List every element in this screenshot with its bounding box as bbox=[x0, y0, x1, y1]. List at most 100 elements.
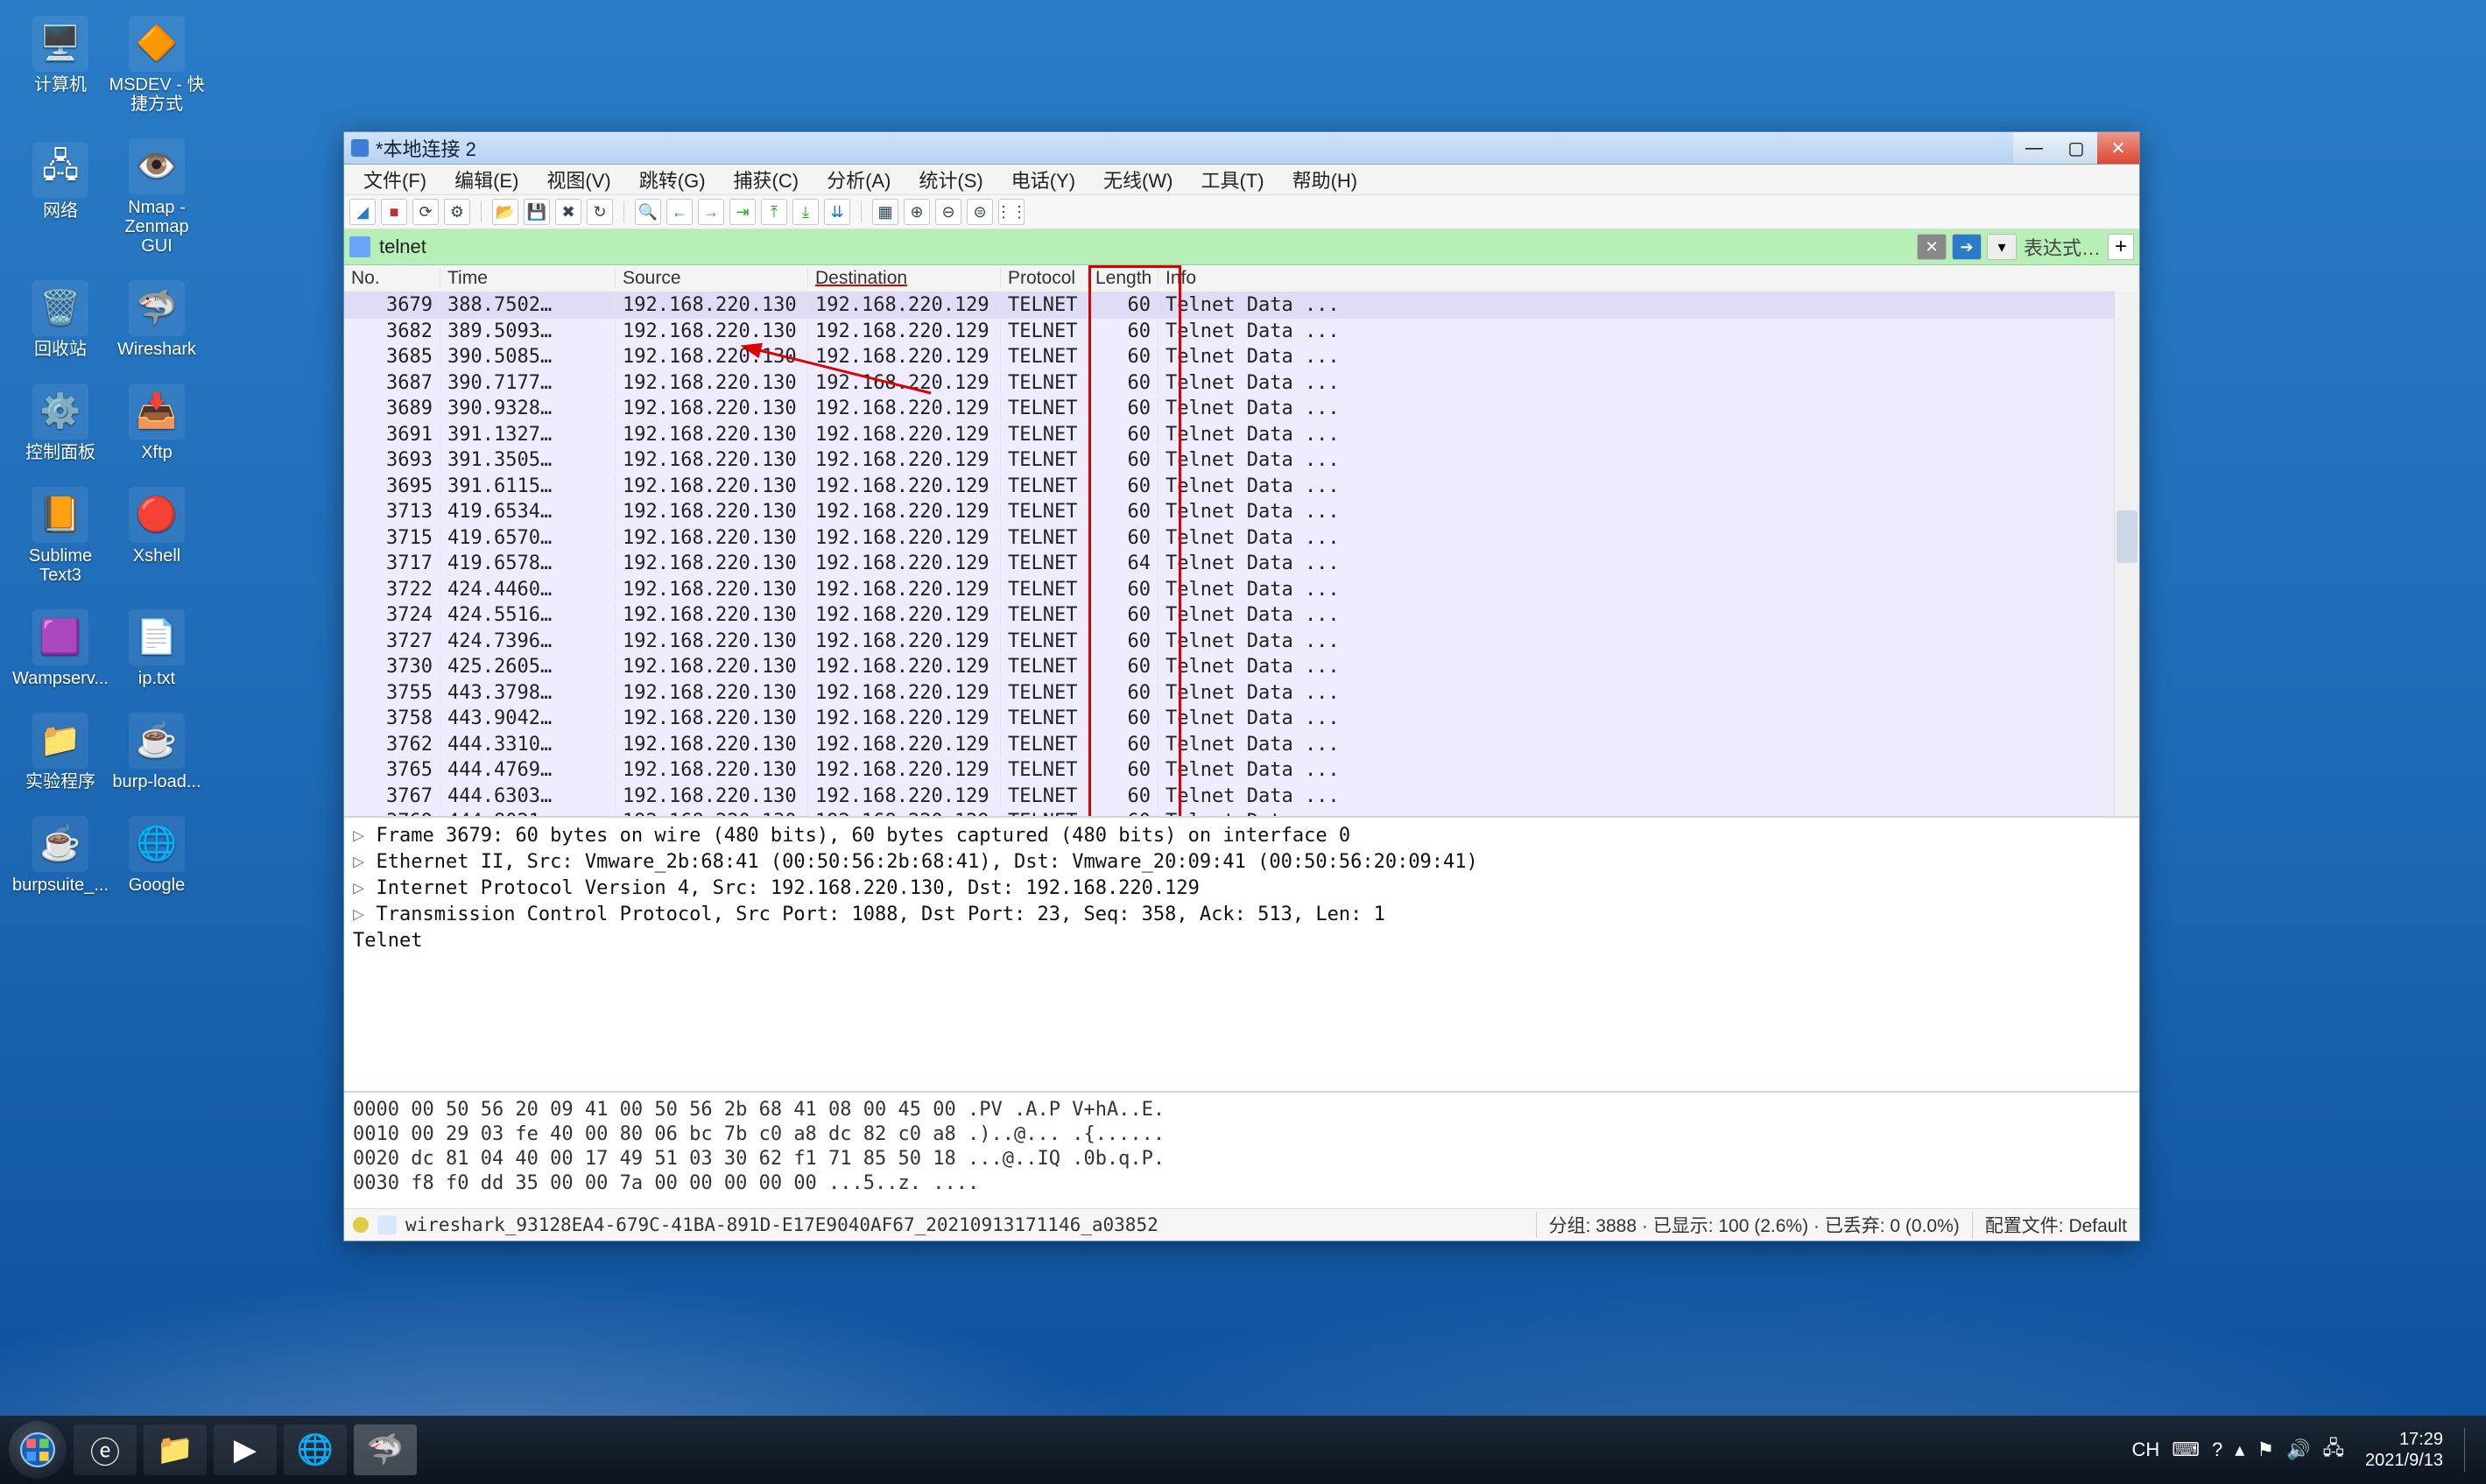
menu-item[interactable]: 编辑(E) bbox=[440, 162, 532, 197]
packet-row[interactable]: 3691 391.1327… 192.168.220.130 192.168.2… bbox=[344, 422, 2139, 448]
menu-item[interactable]: 电话(Y) bbox=[997, 162, 1089, 197]
go-first-icon[interactable]: ⤒ bbox=[761, 199, 787, 225]
desktop-icon[interactable]: 📁实验程序 bbox=[12, 713, 109, 791]
minimize-button[interactable]: — bbox=[2013, 132, 2055, 164]
display-filter-input[interactable] bbox=[377, 235, 1912, 259]
packet-bytes-pane[interactable]: 0000 00 50 56 20 09 41 00 50 56 2b 68 41… bbox=[344, 1093, 2139, 1208]
detail-line[interactable]: Internet Protocol Version 4, Src: 192.16… bbox=[353, 876, 2130, 902]
menu-item[interactable]: 统计(S) bbox=[905, 162, 997, 197]
packet-row[interactable]: 3717 419.6578… 192.168.220.130 192.168.2… bbox=[344, 551, 2139, 577]
menu-item[interactable]: 帮助(H) bbox=[1278, 162, 1372, 197]
hex-line[interactable]: 0010 00 29 03 fe 40 00 80 06 bc 7b c0 a8… bbox=[353, 1122, 2130, 1147]
desktop-icon[interactable]: 🔴Xshell bbox=[109, 487, 205, 566]
packet-row[interactable]: 3765 444.4769… 192.168.220.130 192.168.2… bbox=[344, 757, 2139, 784]
clear-filter-button[interactable]: ✕ bbox=[1917, 234, 1947, 260]
start-capture-icon[interactable]: ◢ bbox=[349, 199, 376, 225]
resize-columns-icon[interactable]: ⋮⋮ bbox=[998, 199, 1025, 225]
desktop-icon[interactable]: 🖧网络 bbox=[12, 142, 109, 221]
auto-scroll-icon[interactable]: ⇊ bbox=[824, 199, 850, 225]
action-center-icon[interactable]: ⚑ bbox=[2257, 1438, 2274, 1461]
detail-line[interactable]: Ethernet II, Src: Vmware_2b:68:41 (00:50… bbox=[353, 849, 2130, 876]
packet-list-header[interactable]: No. Time Source Destination Protocol Len… bbox=[344, 265, 2139, 292]
desktop-icon[interactable]: 📄ip.txt bbox=[109, 609, 205, 688]
expression-button[interactable]: 表达式… bbox=[2024, 233, 2101, 261]
keyboard-icon[interactable]: ⌨ bbox=[2172, 1438, 2200, 1461]
bookmark-icon[interactable] bbox=[349, 236, 370, 257]
packet-row[interactable]: 3689 390.9328… 192.168.220.130 192.168.2… bbox=[344, 396, 2139, 422]
desktop-icon[interactable]: 🟪Wampserv... bbox=[12, 609, 109, 688]
desktop-icon[interactable]: ⚙️控制面板 bbox=[12, 383, 109, 462]
volume-icon[interactable]: 🔊 bbox=[2286, 1438, 2310, 1461]
zoom-out-icon[interactable]: ⊖ bbox=[935, 199, 961, 225]
taskbar-wireshark-icon[interactable]: 🦈 bbox=[354, 1424, 417, 1475]
taskbar-chrome-icon[interactable]: 🌐 bbox=[284, 1424, 347, 1475]
start-button[interactable] bbox=[9, 1421, 67, 1479]
close-button[interactable]: ✕ bbox=[2097, 132, 2139, 164]
packet-details-pane[interactable]: Frame 3679: 60 bytes on wire (480 bits),… bbox=[344, 818, 2139, 1093]
save-file-icon[interactable]: 💾 bbox=[524, 199, 550, 225]
taskbar-explorer-icon[interactable]: 📁 bbox=[144, 1424, 207, 1475]
packet-row[interactable]: 3755 443.3798… 192.168.220.130 192.168.2… bbox=[344, 680, 2139, 707]
zoom-in-icon[interactable]: ⊕ bbox=[904, 199, 930, 225]
capture-options-icon[interactable]: ⚙ bbox=[444, 199, 470, 225]
stop-capture-icon[interactable]: ■ bbox=[381, 199, 407, 225]
menu-item[interactable]: 文件(F) bbox=[349, 162, 440, 197]
edit-icon[interactable] bbox=[377, 1215, 397, 1234]
reload-icon[interactable]: ↻ bbox=[587, 199, 613, 225]
packet-row[interactable]: 3713 419.6534… 192.168.220.130 192.168.2… bbox=[344, 499, 2139, 525]
packet-row[interactable]: 3722 424.4460… 192.168.220.130 192.168.2… bbox=[344, 577, 2139, 603]
network-icon[interactable]: 🖧 bbox=[2322, 1433, 2344, 1466]
show-desktop-button[interactable] bbox=[2464, 1428, 2477, 1472]
desktop-icon[interactable]: 👁️Nmap - Zenmap GUI bbox=[109, 138, 205, 256]
packet-row[interactable]: 3687 390.7177… 192.168.220.130 192.168.2… bbox=[344, 370, 2139, 397]
expert-info-icon[interactable] bbox=[353, 1217, 369, 1233]
add-filter-button[interactable]: + bbox=[2108, 234, 2134, 260]
menu-item[interactable]: 捕获(C) bbox=[720, 162, 813, 197]
packet-row[interactable]: 3679 388.7502… 192.168.220.130 192.168.2… bbox=[344, 292, 2139, 319]
col-no[interactable]: No. bbox=[344, 268, 440, 289]
restart-capture-icon[interactable]: ⟳ bbox=[412, 199, 439, 225]
clock[interactable]: 17:29 2021/9/13 bbox=[2356, 1429, 2452, 1471]
col-destination[interactable]: Destination bbox=[808, 268, 1001, 289]
tray-chevron-icon[interactable]: ▴ bbox=[2235, 1438, 2244, 1461]
close-file-icon[interactable]: ✖ bbox=[555, 199, 581, 225]
packet-row[interactable]: 3682 389.5093… 192.168.220.130 192.168.2… bbox=[344, 319, 2139, 345]
menu-item[interactable]: 工具(T) bbox=[1187, 162, 1278, 197]
desktop-icon[interactable]: 📙Sublime Text3 bbox=[12, 487, 109, 585]
titlebar[interactable]: *本地连接 2 — ▢ ✕ bbox=[344, 132, 2139, 165]
desktop-icon[interactable]: 🦈Wireshark bbox=[109, 280, 205, 359]
packet-list-scrollbar[interactable] bbox=[2114, 292, 2139, 816]
find-icon[interactable]: 🔍 bbox=[635, 199, 661, 225]
desktop-icon[interactable]: ☕burp-load... bbox=[109, 713, 205, 791]
detail-line[interactable]: Telnet bbox=[353, 928, 2130, 954]
packet-row[interactable]: 3715 419.6570… 192.168.220.130 192.168.2… bbox=[344, 525, 2139, 552]
detail-line[interactable]: Frame 3679: 60 bytes on wire (480 bits),… bbox=[353, 823, 2130, 849]
menu-item[interactable]: 视图(V) bbox=[532, 162, 624, 197]
maximize-button[interactable]: ▢ bbox=[2055, 132, 2097, 164]
menu-item[interactable]: 跳转(G) bbox=[625, 162, 720, 197]
filter-dropdown-button[interactable]: ▾ bbox=[1987, 234, 2017, 260]
col-info[interactable]: Info bbox=[1158, 268, 2139, 289]
desktop-icon[interactable]: 🖥️计算机 bbox=[12, 16, 109, 95]
packet-row[interactable]: 3767 444.6303… 192.168.220.130 192.168.2… bbox=[344, 784, 2139, 810]
hex-line[interactable]: 0030 f8 f0 dd 35 00 00 7a 00 00 00 00 00… bbox=[353, 1171, 2130, 1196]
desktop-icon[interactable]: 📥Xftp bbox=[109, 383, 205, 462]
col-source[interactable]: Source bbox=[616, 268, 808, 289]
ime-indicator[interactable]: CH bbox=[2132, 1438, 2160, 1461]
go-last-icon[interactable]: ⤓ bbox=[792, 199, 819, 225]
go-forward-icon[interactable]: → bbox=[698, 199, 724, 225]
packet-row[interactable]: 3724 424.5516… 192.168.220.130 192.168.2… bbox=[344, 602, 2139, 629]
zoom-reset-icon[interactable]: ⊜ bbox=[967, 199, 993, 225]
taskbar-ie-icon[interactable]: ⓔ bbox=[74, 1424, 137, 1475]
packet-row[interactable]: 3693 391.3505… 192.168.220.130 192.168.2… bbox=[344, 447, 2139, 474]
col-length[interactable]: Length bbox=[1088, 268, 1158, 289]
packet-row[interactable]: 3727 424.7396… 192.168.220.130 192.168.2… bbox=[344, 629, 2139, 655]
taskbar-media-icon[interactable]: ▶ bbox=[214, 1424, 277, 1475]
apply-filter-button[interactable]: ➔ bbox=[1952, 234, 1982, 260]
scrollbar-thumb[interactable] bbox=[2116, 510, 2137, 563]
hex-line[interactable]: 0020 dc 81 04 40 00 17 49 51 03 30 62 f1… bbox=[353, 1147, 2130, 1171]
packet-row[interactable]: 3730 425.2605… 192.168.220.130 192.168.2… bbox=[344, 654, 2139, 680]
col-protocol[interactable]: Protocol bbox=[1001, 268, 1088, 289]
hex-line[interactable]: 0000 00 50 56 20 09 41 00 50 56 2b 68 41… bbox=[353, 1098, 2130, 1122]
go-to-packet-icon[interactable]: ⇥ bbox=[729, 199, 756, 225]
